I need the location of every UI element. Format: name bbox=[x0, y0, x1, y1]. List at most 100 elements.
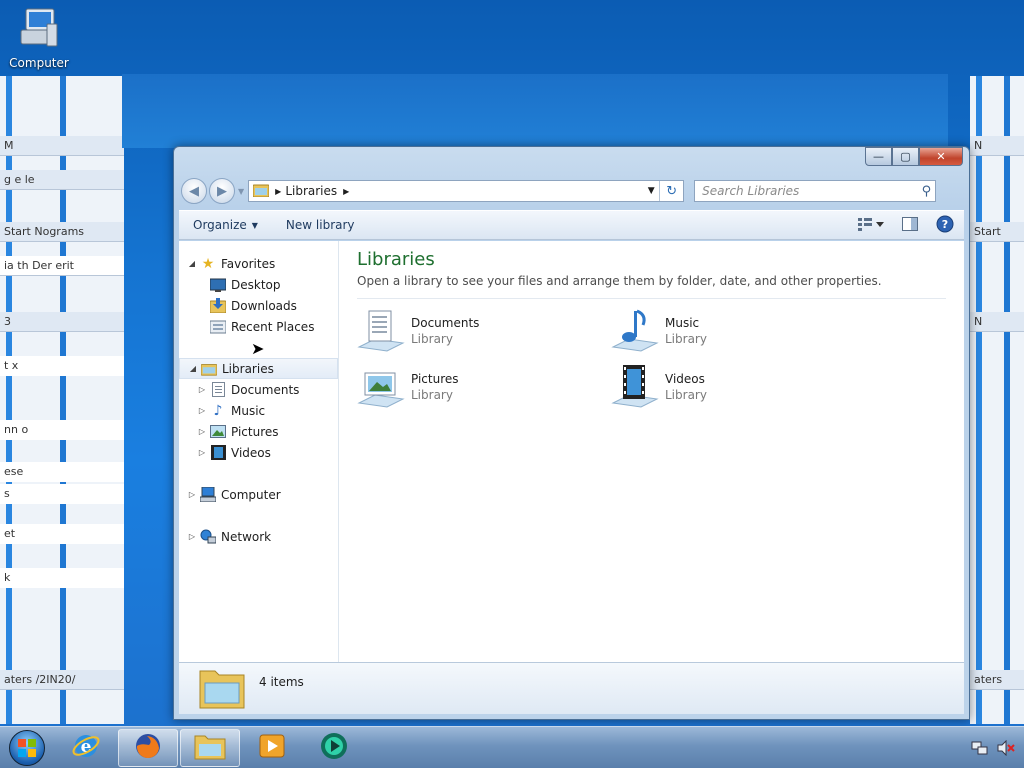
nav-desktop[interactable]: Desktop bbox=[179, 274, 338, 295]
collapsed-arrow-icon[interactable]: ▷ bbox=[197, 385, 207, 394]
navigation-row: ◀ ▶ ▼ ▶ Libraries ▶ ▼ ↻ ⚲ bbox=[181, 177, 962, 205]
search-icon[interactable]: ⚲ bbox=[922, 184, 932, 199]
library-item-music[interactable]: Music Library bbox=[611, 307, 865, 355]
bg-line: g e le bbox=[0, 170, 124, 190]
breadcrumb-separator-icon[interactable]: ▶ bbox=[275, 187, 281, 196]
nav-label: Favorites bbox=[221, 256, 276, 271]
maximize-icon: ▢ bbox=[900, 150, 911, 163]
search-box[interactable]: ⚲ bbox=[694, 180, 937, 202]
breadcrumb-libraries[interactable]: Libraries bbox=[285, 184, 337, 198]
background-window-left: M g e le Start Nograms ia th Der erit 3 … bbox=[0, 76, 124, 724]
collapsed-arrow-icon[interactable]: ▷ bbox=[197, 427, 207, 436]
taskbar: e bbox=[0, 726, 1024, 768]
help-button[interactable]: ? bbox=[936, 215, 954, 236]
taskbar-windows-explorer[interactable] bbox=[180, 728, 240, 767]
nav-label: Pictures bbox=[231, 424, 279, 439]
back-button[interactable]: ◀ bbox=[181, 178, 207, 204]
collapsed-arrow-icon[interactable]: ▷ bbox=[187, 490, 197, 499]
pictures-icon bbox=[210, 424, 226, 440]
nav-documents[interactable]: ▷ Documents bbox=[179, 379, 338, 400]
minimize-button[interactable]: — bbox=[865, 147, 892, 166]
videos-library-icon bbox=[611, 363, 659, 411]
nav-label: Documents bbox=[231, 382, 300, 397]
nav-computer[interactable]: ▷ Computer bbox=[179, 484, 338, 505]
change-view-button[interactable] bbox=[858, 217, 884, 234]
nav-recent-places[interactable]: Recent Places bbox=[179, 316, 338, 337]
desktop-icon bbox=[210, 277, 226, 293]
mouse-cursor-icon: ➤ bbox=[251, 339, 265, 358]
network-tray-icon[interactable] bbox=[970, 738, 990, 758]
nav-label: Music bbox=[231, 403, 266, 418]
bg-line: M bbox=[0, 136, 124, 156]
bg-line: aters /2IN20/ bbox=[0, 670, 124, 690]
library-name: Music bbox=[665, 316, 700, 330]
address-dropdown-icon[interactable]: ▼ bbox=[643, 186, 659, 196]
nav-network[interactable]: ▷ Network bbox=[179, 526, 338, 547]
bg-line: et bbox=[0, 524, 124, 544]
media-player-icon bbox=[258, 732, 286, 763]
nav-label: Libraries bbox=[222, 361, 274, 376]
recent-pages-button[interactable]: ▼ bbox=[238, 187, 244, 196]
library-item-videos[interactable]: Videos Library bbox=[611, 363, 865, 411]
network-icon bbox=[200, 529, 216, 545]
taskbar-internet-explorer[interactable]: e bbox=[56, 729, 116, 767]
computer-icon bbox=[200, 487, 216, 503]
collapsed-arrow-icon[interactable]: ▷ bbox=[197, 448, 207, 457]
libraries-folder-large-icon bbox=[199, 665, 245, 712]
breadcrumb-separator-icon[interactable]: ▶ bbox=[343, 187, 349, 196]
nav-downloads[interactable]: Downloads bbox=[179, 295, 338, 316]
refresh-icon: ↻ bbox=[666, 183, 678, 199]
forward-button[interactable]: ▶ bbox=[209, 178, 235, 204]
windows-explorer-icon bbox=[194, 732, 226, 763]
expanded-arrow-icon[interactable]: ◢ bbox=[188, 364, 198, 373]
item-count: 4 items bbox=[259, 674, 304, 689]
refresh-button[interactable]: ↻ bbox=[659, 181, 683, 201]
music-library-icon bbox=[611, 307, 659, 355]
preview-pane-button[interactable] bbox=[902, 216, 918, 234]
taskbar-media-player[interactable] bbox=[242, 729, 302, 767]
back-arrow-icon: ◀ bbox=[189, 183, 199, 199]
nav-libraries[interactable]: ◢ Libraries bbox=[179, 358, 338, 379]
navigation-pane: ◢ ★ Favorites Desktop Downloads Recent P… bbox=[179, 241, 339, 662]
documents-library-icon bbox=[357, 307, 405, 355]
taskbar-firefox[interactable] bbox=[118, 728, 178, 767]
address-bar[interactable]: ▶ Libraries ▶ ▼ ↻ bbox=[248, 180, 685, 202]
bg-line: t x bbox=[0, 356, 124, 376]
bg-line: ese bbox=[0, 462, 124, 482]
bg-line: s bbox=[0, 484, 124, 504]
organize-button[interactable]: Organize ▼ bbox=[193, 218, 258, 232]
start-button[interactable] bbox=[0, 727, 54, 768]
videos-icon bbox=[210, 445, 226, 461]
svg-text:?: ? bbox=[942, 218, 948, 231]
nav-label: Desktop bbox=[231, 277, 281, 292]
star-icon: ★ bbox=[201, 255, 215, 272]
libraries-folder-icon bbox=[252, 183, 270, 200]
library-item-documents[interactable]: Documents Library bbox=[357, 307, 611, 355]
nav-videos[interactable]: ▷ Videos bbox=[179, 442, 338, 463]
music-icon: ♪ bbox=[213, 402, 223, 419]
search-input[interactable] bbox=[702, 184, 922, 198]
explorer-window: — ▢ ✕ ◀ ▶ ▼ ▶ Libraries ▶ ▼ ↻ ⚲ Organize… bbox=[173, 146, 970, 720]
collapsed-arrow-icon[interactable]: ▷ bbox=[197, 406, 207, 415]
help-icon: ? bbox=[936, 215, 954, 232]
expanded-arrow-icon[interactable]: ◢ bbox=[187, 259, 197, 268]
pictures-library-icon bbox=[357, 363, 405, 411]
documents-icon bbox=[210, 382, 226, 398]
maximize-button[interactable]: ▢ bbox=[892, 147, 919, 166]
nav-music[interactable]: ▷ ♪ Music bbox=[179, 400, 338, 421]
desktop-icon-computer[interactable]: Computer bbox=[6, 6, 72, 70]
nav-label: Network bbox=[221, 529, 272, 544]
close-button[interactable]: ✕ bbox=[919, 147, 963, 166]
library-item-pictures[interactable]: Pictures Library bbox=[357, 363, 611, 411]
volume-muted-icon[interactable] bbox=[996, 738, 1016, 758]
collapsed-arrow-icon[interactable]: ▷ bbox=[187, 532, 197, 541]
nav-favorites[interactable]: ◢ ★ Favorites bbox=[179, 253, 338, 274]
new-library-button[interactable]: New library bbox=[286, 218, 355, 232]
bg-line: N bbox=[970, 136, 1024, 156]
background-window-right: N Start N aters bbox=[970, 76, 1024, 724]
bg-line: aters bbox=[970, 670, 1024, 690]
taskbar-app[interactable] bbox=[304, 729, 364, 767]
library-kind: Library bbox=[411, 388, 453, 402]
recent-places-icon bbox=[210, 319, 226, 335]
nav-pictures[interactable]: ▷ Pictures bbox=[179, 421, 338, 442]
